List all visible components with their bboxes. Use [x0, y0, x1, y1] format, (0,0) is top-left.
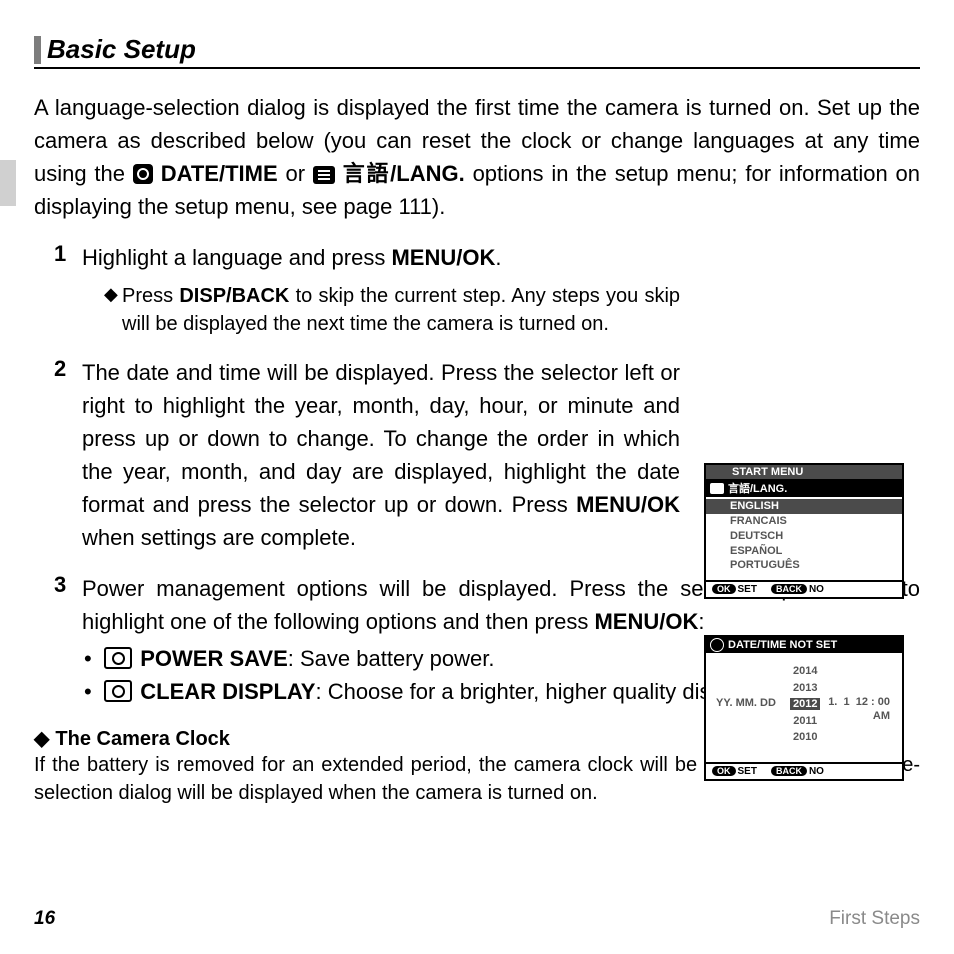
year-column: 2014 2013 2012 2011 2010 — [790, 663, 820, 746]
ok-pill: OK — [712, 766, 736, 776]
power-save-rest: : Save battery power. — [288, 646, 495, 671]
page-footer: 16 First Steps — [34, 908, 920, 930]
clock-icon — [710, 638, 724, 652]
lcd2-footer: OKSET BACKNO — [706, 762, 902, 779]
lcd-language-menu: START MENU 言語/LANG. ENGLISH FRANCAIS DEU… — [704, 463, 904, 599]
clear-display-label: CLEAR DISPLAY — [140, 679, 315, 704]
lcd1-lang-header: 言語/LANG. — [706, 479, 902, 497]
menu-ok-label-3: MENU/OK — [594, 609, 698, 634]
lang-francais: FRANCAIS — [730, 515, 787, 527]
diamond-icon: ◆ — [104, 282, 122, 338]
lang-label: 言語/LANG. — [343, 161, 465, 186]
clock-icon — [133, 164, 153, 184]
note-heading: The Camera Clock — [55, 728, 230, 750]
menu-ok-label-2: MENU/OK — [576, 492, 680, 517]
year-selected: 2012 — [790, 698, 820, 710]
step-1-text-b: . — [495, 245, 501, 270]
step-3-number: 3 — [34, 572, 82, 708]
side-thumb-tab — [0, 160, 16, 206]
page-number: 16 — [34, 908, 55, 930]
lang-deutsch: DEUTSCH — [730, 530, 783, 542]
step-1-text-a: Highlight a language and press — [82, 245, 391, 270]
camera-icon — [104, 647, 132, 669]
chapter-name: First Steps — [829, 908, 920, 930]
speech-bubble-icon — [313, 166, 335, 184]
time-column: 1. 1 12 : 00 AM — [828, 695, 890, 724]
heading-text: Basic Setup — [47, 34, 196, 65]
step-3-text-b: : — [698, 609, 704, 634]
lcd1-language-list: ENGLISH FRANCAIS DEUTSCH ESPAÑOL PORTUGU… — [706, 497, 902, 575]
subnote-a: Press — [122, 285, 179, 307]
heading-bar — [34, 36, 41, 64]
lang-espanol: ESPAÑOL — [730, 545, 782, 557]
lang-portugues: PORTUGUÊS — [730, 559, 800, 571]
intro-or: or — [285, 161, 312, 186]
date-time-label: DATE/TIME — [161, 161, 278, 186]
speech-bubble-icon — [710, 483, 724, 494]
ok-pill: OK — [712, 584, 736, 594]
lang-english: ENGLISH — [706, 499, 902, 514]
lcd2-header: DATE/TIME NOT SET — [706, 637, 902, 653]
step-1-subnote: ◆ Press DISP/BACK to skip the current st… — [82, 282, 680, 338]
back-pill: BACK — [771, 766, 807, 776]
disp-back-label: DISP/BACK — [179, 285, 289, 307]
date-format: YY. MM. DD — [716, 697, 776, 709]
lcd-datetime-menu: DATE/TIME NOT SET YY. MM. DD 2014 2013 2… — [704, 635, 904, 781]
step-1: 1 Highlight a language and press MENU/OK… — [34, 241, 920, 338]
clear-display-rest: : Choose for a brighter, higher quality … — [315, 679, 755, 704]
step-2-text-b: when settings are complete. — [82, 525, 356, 550]
back-pill: BACK — [771, 584, 807, 594]
intro-paragraph: A language-selection dialog is displayed… — [34, 91, 920, 223]
camera-icon — [104, 680, 132, 702]
step-1-number: 1 — [34, 241, 82, 338]
power-save-label: POWER SAVE — [140, 646, 288, 671]
lcd1-start-menu: START MENU — [706, 465, 902, 479]
menu-ok-label: MENU/OK — [391, 245, 495, 270]
diamond-icon: ◆ — [34, 728, 49, 750]
lcd1-footer: OKSET BACKNO — [706, 580, 902, 597]
section-heading: Basic Setup — [34, 34, 920, 69]
step-2-number: 2 — [34, 356, 82, 554]
